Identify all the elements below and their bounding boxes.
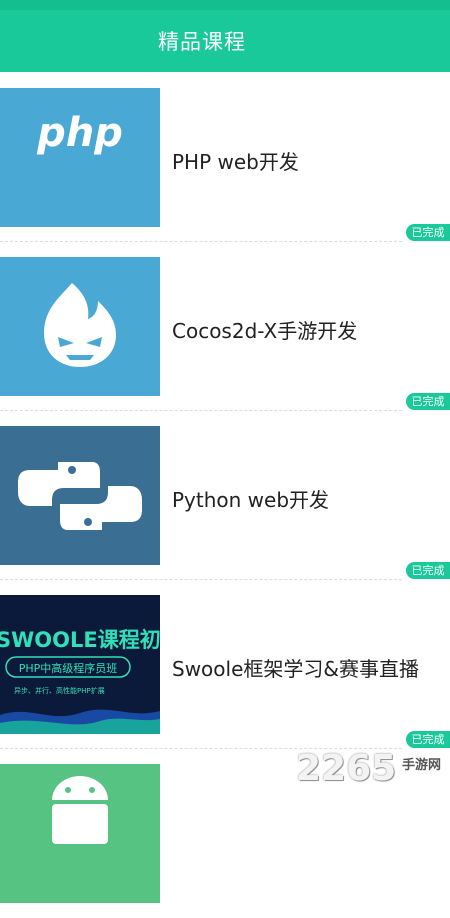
cocos-flame-icon bbox=[0, 257, 160, 396]
course-item-cocos2d-x[interactable]: Cocos2d-X手游开发 已完成 bbox=[0, 241, 450, 411]
course-item-php[interactable]: php PHP web开发 已完成 bbox=[0, 72, 450, 242]
page-title: 精品课程 bbox=[158, 30, 246, 54]
site-watermark: 2265 手游网 bbox=[296, 748, 441, 789]
watermark-text: 手游网 bbox=[402, 758, 442, 773]
course-item-python[interactable]: Python web开发 已完成 bbox=[0, 410, 450, 580]
course-title: PHP web开发 bbox=[172, 150, 299, 174]
app-header: 精品课程 bbox=[0, 0, 450, 72]
watermark-number: 2265 bbox=[296, 748, 397, 789]
status-badge: 已完成 bbox=[406, 562, 450, 579]
course-title: Swoole框架学习&赛事直播 bbox=[172, 657, 419, 681]
course-item-swoole[interactable]: SWOOLE课程初探 PHP中高级程序员班 异步、并行、高性能PHP扩展 Swo… bbox=[0, 579, 450, 749]
course-title: Cocos2d-X手游开发 bbox=[172, 319, 358, 343]
php-logo-icon: php bbox=[0, 88, 160, 227]
banner-title: SWOOLE课程初探 bbox=[0, 628, 160, 652]
android-icon bbox=[0, 764, 160, 903]
status-bar bbox=[0, 0, 450, 10]
swoole-banner-icon: SWOOLE课程初探 PHP中高级程序员班 异步、并行、高性能PHP扩展 bbox=[0, 595, 160, 734]
banner-subtitle: PHP中高级程序员班 bbox=[19, 661, 118, 675]
status-badge: 已完成 bbox=[406, 731, 450, 748]
status-badge: 已完成 bbox=[406, 393, 450, 410]
course-title: Python web开发 bbox=[172, 488, 330, 512]
python-logo-icon bbox=[0, 426, 160, 565]
php-logo-text: php bbox=[36, 110, 123, 156]
status-badge: 已完成 bbox=[406, 224, 450, 241]
banner-tags: 异步、并行、高性能PHP扩展 bbox=[14, 686, 105, 695]
